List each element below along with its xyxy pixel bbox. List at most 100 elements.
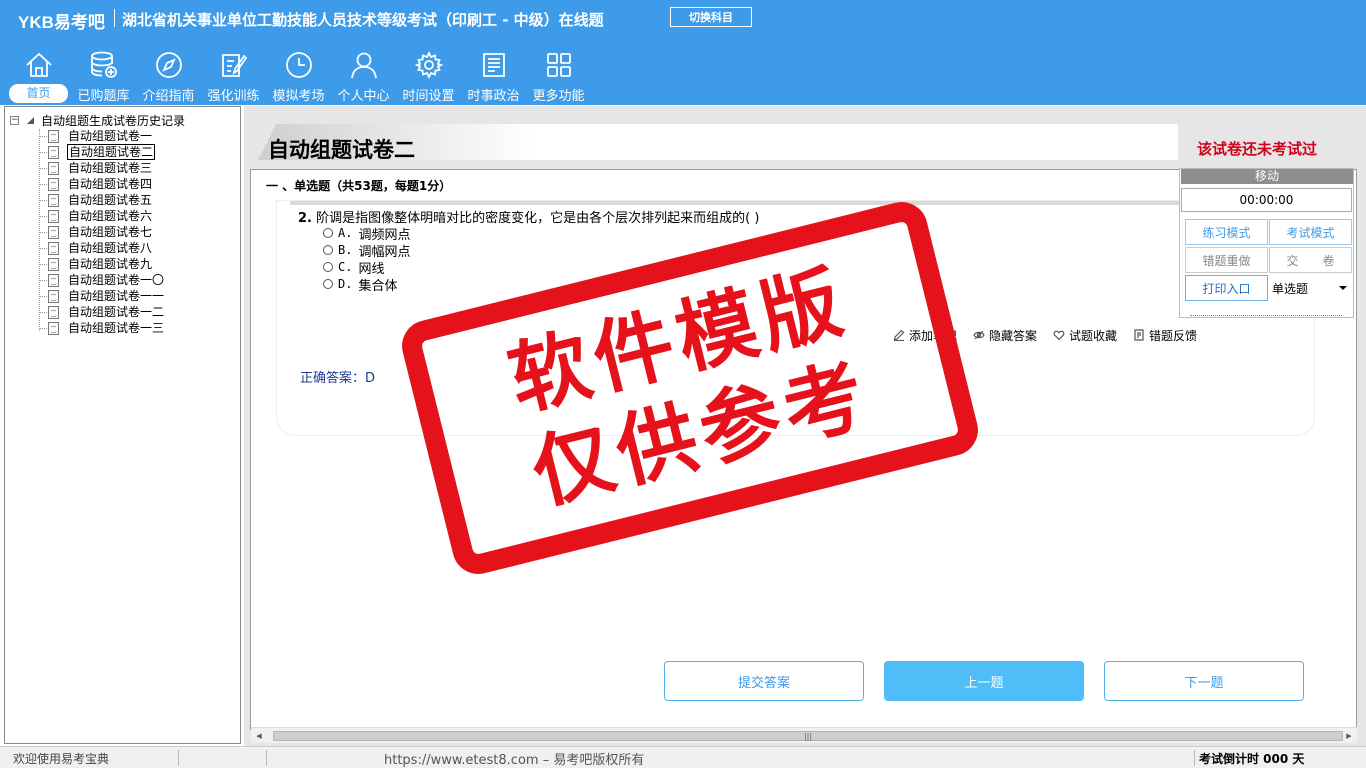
- tree-item[interactable]: 自动组题试卷一三: [39, 320, 165, 336]
- tree-item[interactable]: 自动组题试卷一〇: [39, 272, 165, 288]
- print-entry-button[interactable]: 打印入口: [1185, 275, 1268, 301]
- question-type-value: 单选题: [1272, 281, 1309, 296]
- main-nav: 首页 已购题库 介绍指南 强化训练 模拟考场 个人中心 时间设置 时事政治 更多…: [6, 48, 591, 104]
- practice-mode-button[interactable]: 练习模式: [1185, 219, 1268, 245]
- tree-item[interactable]: 自动组题试卷二: [39, 144, 156, 160]
- nav-label: 强化训练: [207, 89, 260, 104]
- document-icon: [48, 321, 59, 335]
- tree-item-label: 自动组题试卷五: [68, 193, 153, 207]
- option-c[interactable]: C. 网线: [323, 259, 384, 277]
- option-text: 集合体: [358, 278, 398, 294]
- switch-subject-button[interactable]: 切换科目: [670, 7, 752, 27]
- nav-current-affairs[interactable]: 时事政治: [461, 48, 526, 104]
- hide-answer-label: 隐藏答案: [989, 328, 1038, 343]
- horizontal-scrollbar[interactable]: ◀ ||| ▶: [251, 727, 1357, 743]
- tree-item[interactable]: 自动组题试卷一一: [39, 288, 165, 304]
- tree-connector: [39, 215, 47, 217]
- option-a[interactable]: A. 调频网点: [323, 225, 410, 243]
- favorite-label: 试题收藏: [1069, 328, 1118, 343]
- collapse-icon[interactable]: −: [10, 115, 19, 125]
- nav-intensive-training[interactable]: 强化训练: [201, 48, 266, 104]
- document-icon: [48, 305, 59, 319]
- tree-item[interactable]: 自动组题试卷一二: [39, 304, 165, 320]
- scroll-right-icon[interactable]: ▶: [1341, 728, 1357, 744]
- gear-icon: [414, 50, 444, 80]
- tree-item[interactable]: 自动组题试卷一: [39, 128, 153, 144]
- report-icon: [1134, 329, 1144, 341]
- tree-item-label: 自动组题试卷六: [68, 209, 153, 223]
- favorite-button[interactable]: 试题收藏: [1053, 327, 1117, 344]
- tree-item[interactable]: 自动组题试卷七: [39, 224, 153, 240]
- question-type-select[interactable]: 单选题: [1269, 275, 1352, 301]
- exam-mode-button[interactable]: 考试模式: [1269, 219, 1352, 245]
- logo-divider: [114, 9, 115, 27]
- panel-slider[interactable]: [1190, 312, 1342, 316]
- tree-item[interactable]: 自动组题试卷八: [39, 240, 153, 256]
- app-logo: YKB易考吧: [18, 13, 105, 32]
- feedback-button[interactable]: 错题反馈: [1133, 327, 1197, 344]
- tree-item[interactable]: 自动组题试卷三: [39, 160, 153, 176]
- hide-answer-button[interactable]: 隐藏答案: [973, 327, 1037, 344]
- folder-icon: [27, 116, 34, 124]
- move-handle[interactable]: 移动: [1181, 169, 1353, 184]
- radio-button[interactable]: [323, 228, 333, 238]
- hand-in-button[interactable]: 交 卷: [1269, 247, 1352, 273]
- tree-item-label: 自动组题试卷三: [68, 161, 153, 175]
- status-copyright: https://www.etest8.com – 易考吧版权所有: [384, 753, 645, 768]
- tree-item[interactable]: 自动组题试卷九: [39, 256, 153, 272]
- tree-item-label: 自动组题试卷九: [68, 257, 153, 271]
- scroll-left-icon[interactable]: ◀: [251, 728, 267, 744]
- nav-guide[interactable]: 介绍指南: [136, 48, 201, 104]
- nav-time-settings[interactable]: 时间设置: [396, 48, 461, 104]
- nav-home[interactable]: 首页: [6, 48, 71, 104]
- prev-question-button[interactable]: 上一题: [884, 661, 1084, 701]
- tree-connector: [39, 279, 47, 281]
- exam-countdown: 考试倒计时 000 天: [1199, 752, 1305, 766]
- scrollbar-thumb[interactable]: |||: [273, 731, 1343, 741]
- tree-connector: [39, 199, 47, 201]
- nav-label: 时事政治: [467, 89, 520, 104]
- tree-connector: [39, 135, 47, 137]
- tree-root[interactable]: − 自动组题生成试卷历史记录: [10, 112, 185, 128]
- tree-item-label: 自动组题试卷一一: [68, 289, 165, 303]
- redo-wrong-button[interactable]: 错题重做: [1185, 247, 1268, 273]
- exam-status: 该试卷还未考试过: [1197, 140, 1318, 158]
- clock-icon: [284, 50, 314, 80]
- tree-item[interactable]: 自动组题试卷六: [39, 208, 153, 224]
- database-add-icon: [89, 50, 119, 80]
- document-icon: [48, 273, 59, 287]
- tree-connector: [39, 327, 47, 329]
- feedback-label: 错题反馈: [1149, 328, 1198, 343]
- document-icon: [48, 193, 59, 207]
- add-note-button[interactable]: 添加笔记: [893, 327, 957, 344]
- document-icon: [48, 177, 59, 191]
- submit-answer-button[interactable]: 提交答案: [664, 661, 864, 701]
- tree-item[interactable]: 自动组题试卷四: [39, 176, 153, 192]
- tree-connector: [39, 263, 47, 265]
- tree-item-label: 自动组题试卷四: [68, 177, 153, 191]
- tree-connector: [39, 167, 47, 169]
- nav-personal-center[interactable]: 个人中心: [331, 48, 396, 104]
- nav-label: 模拟考场: [272, 89, 325, 104]
- tree-connector: [39, 311, 47, 313]
- radio-button[interactable]: [323, 245, 333, 255]
- tree-item-label: 自动组题试卷七: [68, 225, 153, 239]
- tree-item-label: 自动组题试卷一三: [68, 321, 165, 335]
- tree-item-label: 自动组题试卷一〇: [68, 273, 165, 287]
- radio-button[interactable]: [323, 262, 333, 272]
- option-d[interactable]: D. 集合体: [323, 276, 398, 294]
- document-icon: [48, 209, 59, 223]
- tree-item[interactable]: 自动组题试卷五: [39, 192, 153, 208]
- radio-button[interactable]: [323, 279, 333, 289]
- document-icon: [48, 241, 59, 255]
- title-row: YKB易考吧 湖北省机关事业单位工勤技能人员技术等级考试（印刷工 - 中级）在线…: [0, 0, 1366, 36]
- pencil-icon: [893, 329, 905, 341]
- paper-history-tree[interactable]: − 自动组题生成试卷历史记录 自动组题试卷一 自动组题试卷二 自动组题试卷三 自动组题…: [4, 106, 241, 744]
- next-question-button[interactable]: 下一题: [1104, 661, 1304, 701]
- app-header: YKB易考吧 湖北省机关事业单位工勤技能人员技术等级考试（印刷工 - 中级）在线…: [0, 0, 1366, 105]
- nav-mock-exam[interactable]: 模拟考场: [266, 48, 331, 104]
- nav-more-functions[interactable]: 更多功能: [526, 48, 591, 104]
- option-b[interactable]: B. 调幅网点: [323, 242, 410, 260]
- nav-purchased-banks[interactable]: 已购题库: [71, 48, 136, 104]
- status-welcome: 欢迎使用易考宝典: [13, 752, 110, 766]
